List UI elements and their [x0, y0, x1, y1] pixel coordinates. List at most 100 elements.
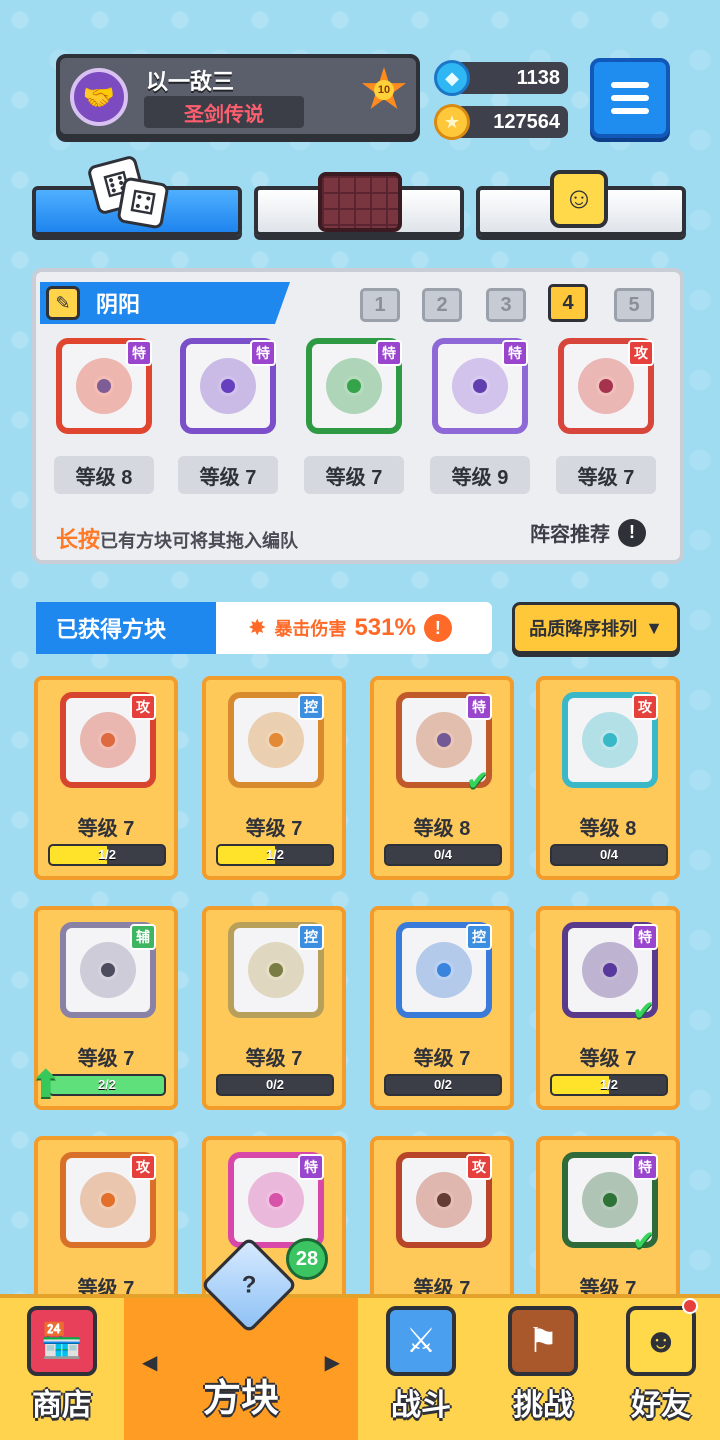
block-tile: 辅	[60, 922, 156, 1018]
nav-blocks-label: 方块	[202, 1378, 279, 1420]
crit-label: 暴击伤害	[274, 619, 347, 639]
block-tile: 控	[228, 922, 324, 1018]
burst-icon: ✸	[248, 615, 267, 640]
block-type-badge: 特	[502, 340, 528, 366]
block-tile: 攻	[562, 692, 658, 788]
block-type-badge: 特	[298, 1154, 324, 1180]
team-number-5[interactable]: 5	[614, 288, 654, 322]
coin-counter[interactable]: ★ 127564	[434, 104, 568, 140]
block-type-badge: 特	[250, 340, 276, 366]
upgrade-progress-bar: 0/2	[384, 1074, 502, 1096]
crit-damage-stat[interactable]: ✸ 暴击伤害 531% !	[216, 602, 492, 654]
block-type-badge: 特	[632, 1154, 658, 1180]
block-type-badge: 攻	[632, 694, 658, 720]
recommend-label: 阵容推荐	[530, 524, 610, 546]
upgrade-progress-bar: 0/4	[550, 844, 668, 866]
team-slot-level: 等级 7	[178, 456, 278, 494]
player-name: 以一敌三	[146, 69, 235, 94]
checkmark-icon: ✔	[632, 1225, 656, 1256]
owned-block-card[interactable]: 控等级 7 0/2	[202, 906, 346, 1110]
sort-label: 品质降序排列	[529, 619, 638, 639]
block-type-badge: 辅	[130, 924, 156, 950]
block-level: 等级 8	[579, 818, 637, 840]
block-level: 等级 7	[413, 1048, 471, 1070]
progress-text: 0/2	[265, 1077, 285, 1092]
nav-friends-label: 好友	[631, 1389, 691, 1422]
hint-accent: 长按	[56, 527, 101, 552]
block-type-badge: 攻	[130, 694, 156, 720]
owned-block-card[interactable]: 特 ✔ 等级 7 1/2	[536, 906, 680, 1110]
progress-text: 0/4	[433, 847, 453, 862]
team-slot-level: 等级 8	[54, 456, 154, 494]
team-slot-block[interactable]: 攻	[558, 338, 654, 434]
team-number-1[interactable]: 1	[360, 288, 400, 322]
coin-icon: ★	[434, 104, 470, 140]
owned-block-card[interactable]: 辅等级 7 2/2 ⬆	[30, 906, 178, 1110]
nav-challenge[interactable]: ⚑ 挑战	[484, 1298, 602, 1440]
owned-block-card[interactable]: 攻等级 8 0/4	[536, 676, 680, 880]
lineup-recommend-button[interactable]: 阵容推荐 !	[530, 518, 646, 547]
team-number-3[interactable]: 3	[486, 288, 526, 322]
dice-icon: ⚃	[116, 176, 170, 230]
sort-dropdown[interactable]: 品质降序排列 ▼	[512, 602, 680, 654]
owned-blocks-header: 已获得方块	[36, 602, 236, 654]
pencil-edit-icon[interactable]: ✎	[46, 286, 80, 320]
block-type-badge: 控	[298, 694, 324, 720]
progress-text: 1/2	[599, 1077, 619, 1092]
block-tile: 攻	[60, 1152, 156, 1248]
block-level: 等级 7	[579, 1048, 637, 1070]
menu-icon-line	[611, 95, 649, 101]
exclamation-icon: !	[618, 518, 646, 547]
team-slot-block[interactable]: 特	[56, 338, 152, 434]
team-number-4[interactable]: 4	[548, 284, 588, 322]
board-grid-icon	[318, 172, 402, 232]
nav-shop[interactable]: 🏪 商店	[0, 1298, 124, 1440]
block-tile: 攻	[60, 692, 156, 788]
block-type-badge: 特	[376, 340, 402, 366]
upgrade-progress-bar: 0/2	[216, 1074, 334, 1096]
nav-battle[interactable]: ⚔ 战斗	[358, 1298, 484, 1440]
player-card[interactable]: 🤝 以一敌三 圣剑传说 10	[56, 54, 420, 138]
nav-friends[interactable]: ☻ 好友	[602, 1298, 720, 1440]
nav-battle-label: 战斗	[391, 1389, 451, 1422]
nav-shop-label: 商店	[32, 1389, 92, 1422]
drag-hint: 长按已有方块可将其拖入编队	[56, 522, 298, 554]
owned-block-card[interactable]: 特 ✔ 等级 8 0/4	[370, 676, 514, 880]
owned-block-card[interactable]: 攻等级 7 1/2	[34, 676, 178, 880]
checkmark-icon: ✔	[466, 765, 490, 796]
menu-button[interactable]	[590, 58, 670, 138]
owned-block-card[interactable]: 控等级 7 0/2	[370, 906, 514, 1110]
team-slot-block[interactable]: 特	[432, 338, 528, 434]
notification-dot	[682, 1298, 698, 1314]
team-slot-block[interactable]: 特	[180, 338, 276, 434]
rank-number: 10	[374, 80, 394, 100]
upgrade-progress-bar: 1/2	[550, 1074, 668, 1096]
block-type-badge: 控	[466, 924, 492, 950]
block-tile: 特	[228, 1152, 324, 1248]
gem-icon: ◆	[434, 60, 470, 96]
shop-stall-icon: 🏪	[27, 1306, 97, 1376]
coin-amount: 127564	[493, 110, 560, 133]
block-type-badge: 攻	[466, 1154, 492, 1180]
block-level: 等级 7	[245, 1048, 303, 1070]
progress-text: 1/2	[265, 847, 285, 862]
hint-text: 已有方块可将其拖入编队	[100, 531, 299, 551]
owned-block-card[interactable]: 控等级 7 1/2	[202, 676, 346, 880]
block-type-badge: 攻	[130, 1154, 156, 1180]
upgrade-progress-bar: 0/4	[384, 844, 502, 866]
progress-text: 0/4	[599, 847, 619, 862]
block-tile: 攻	[396, 1152, 492, 1248]
team-slot-level: 等级 7	[556, 456, 656, 494]
bottom-nav: 🏪 商店 ◀ ▶ 方块 ⚔ 战斗 ⚑ 挑战 ☻ 好友	[0, 1294, 720, 1440]
block-tile: 控	[228, 692, 324, 788]
signboard-icon: ⚑	[508, 1306, 578, 1376]
block-type-badge: 特	[466, 694, 492, 720]
block-level: 等级 7	[245, 818, 303, 840]
rank-star-icon: 10	[360, 62, 408, 118]
upgrade-arrow-icon[interactable]: ⬆	[30, 1062, 70, 1106]
team-slot-block[interactable]: 特	[306, 338, 402, 434]
player-title: 圣剑传说	[144, 96, 304, 128]
gem-counter[interactable]: ◆ 1138	[434, 60, 568, 96]
handshake-avatar-icon: 🤝	[70, 68, 128, 126]
team-number-2[interactable]: 2	[422, 288, 462, 322]
